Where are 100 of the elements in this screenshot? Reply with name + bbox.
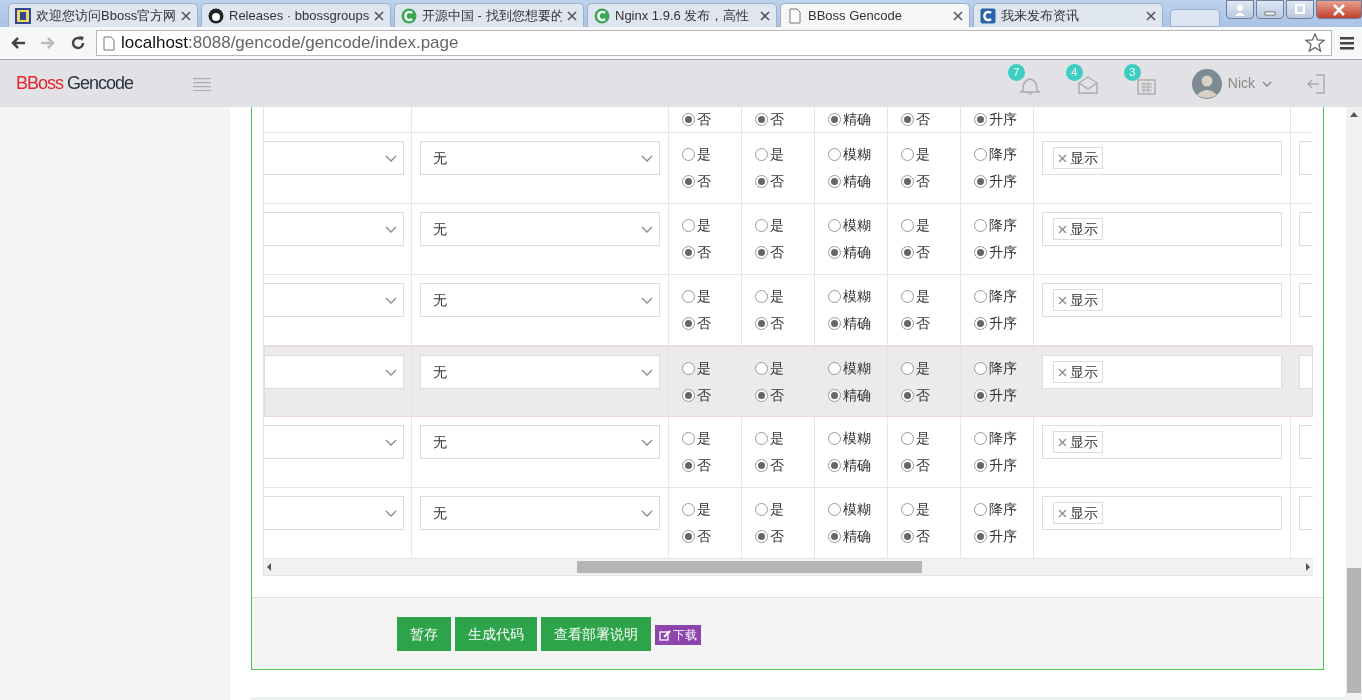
select-field[interactable]: 无 [420, 425, 660, 459]
radio-option[interactable]: 模糊 [828, 283, 887, 310]
radio-option[interactable]: 否 [682, 107, 741, 131]
scrollbar-thumb[interactable] [1347, 568, 1361, 693]
radio-option[interactable]: 降序 [974, 425, 1033, 452]
select-field[interactable] [264, 425, 404, 459]
app-logo[interactable]: BBoss Gencode [16, 70, 134, 97]
remove-icon[interactable] [1058, 508, 1067, 518]
browser-tab[interactable]: 我来发布资讯 [973, 3, 1163, 27]
tag-chip[interactable]: 显示 [1053, 431, 1103, 453]
radio-option[interactable]: 降序 [974, 141, 1033, 168]
tag-field[interactable]: 显示 [1042, 141, 1282, 175]
radio-option[interactable]: 否 [682, 310, 741, 337]
radio-option[interactable]: 模糊 [828, 496, 887, 523]
download-link[interactable]: 下载 [655, 625, 701, 645]
radio-option[interactable]: 升序 [974, 107, 1033, 131]
radio-option[interactable]: 否 [901, 310, 960, 337]
close-icon[interactable] [181, 10, 191, 21]
radio-option[interactable]: 精确 [828, 168, 887, 195]
radio-option[interactable]: 是 [755, 425, 814, 452]
select-field[interactable]: 无 [420, 283, 660, 317]
radio-option[interactable]: 升序 [974, 168, 1033, 195]
browser-tab[interactable]: 欢迎您访问Bboss官方网 [8, 3, 198, 27]
scrollbar-thumb[interactable] [577, 561, 922, 573]
radio-option[interactable]: 是 [682, 283, 741, 310]
radio-option[interactable]: 是 [901, 355, 960, 382]
minimize-button[interactable] [1256, 0, 1284, 19]
star-icon[interactable] [1305, 33, 1325, 53]
radio-option[interactable]: 精确 [828, 523, 887, 550]
radio-option[interactable]: 是 [901, 283, 960, 310]
radio-option[interactable]: 是 [755, 212, 814, 239]
tag-chip[interactable]: 显示 [1053, 289, 1103, 311]
radio-option[interactable]: 否 [755, 382, 814, 409]
radio-option[interactable]: 升序 [974, 382, 1033, 409]
remove-icon[interactable] [1058, 437, 1067, 447]
radio-option[interactable]: 否 [901, 239, 960, 266]
radio-option[interactable]: 是 [901, 496, 960, 523]
close-icon[interactable] [953, 10, 963, 21]
select-field[interactable]: 无 [420, 355, 660, 389]
radio-option[interactable]: 是 [755, 283, 814, 310]
radio-option[interactable]: 是 [901, 141, 960, 168]
tag-field[interactable]: 显示 [1042, 496, 1282, 530]
radio-option[interactable]: 否 [901, 168, 960, 195]
browser-tab[interactable]: Releases · bbossgroups [201, 3, 391, 27]
select-field[interactable]: 无 [420, 496, 660, 530]
tag-chip[interactable]: 显示 [1053, 361, 1103, 383]
radio-option[interactable]: 模糊 [828, 355, 887, 382]
remove-icon[interactable] [1058, 367, 1067, 377]
select-field[interactable]: 无 [420, 212, 660, 246]
chevron-down-icon[interactable] [1262, 80, 1272, 87]
radio-option[interactable]: 否 [682, 239, 741, 266]
radio-option[interactable]: 否 [755, 523, 814, 550]
radio-option[interactable]: 是 [682, 355, 741, 382]
tag-field[interactable]: 显示 [1042, 425, 1282, 459]
tag-field[interactable]: 显示 [1042, 283, 1282, 317]
avatar-icon[interactable] [1191, 68, 1222, 99]
tag-chip[interactable]: 显示 [1053, 147, 1103, 169]
close-button[interactable] [1316, 0, 1362, 19]
radio-option[interactable]: 否 [755, 239, 814, 266]
browser-tab[interactable]: 开源中国 - 找到您想要的 [394, 3, 584, 27]
remove-icon[interactable] [1058, 224, 1067, 234]
radio-option[interactable]: 模糊 [828, 212, 887, 239]
radio-option[interactable]: 模糊 [828, 425, 887, 452]
radio-option[interactable]: 精确 [828, 239, 887, 266]
radio-option[interactable]: 降序 [974, 496, 1033, 523]
select-field[interactable] [264, 283, 404, 317]
radio-option[interactable]: 是 [682, 141, 741, 168]
close-icon[interactable] [1146, 10, 1156, 21]
radio-option[interactable]: 是 [901, 212, 960, 239]
horizontal-scrollbar[interactable] [264, 559, 1313, 575]
radio-option[interactable]: 否 [901, 452, 960, 479]
radio-option[interactable]: 是 [755, 496, 814, 523]
radio-option[interactable]: 否 [901, 382, 960, 409]
radio-option[interactable]: 精确 [828, 310, 887, 337]
radio-option[interactable]: 升序 [974, 452, 1033, 479]
radio-option[interactable]: 否 [682, 523, 741, 550]
radio-option[interactable]: 降序 [974, 355, 1033, 382]
select-field[interactable]: 无 [420, 141, 660, 175]
remove-icon[interactable] [1058, 153, 1067, 163]
address-bar[interactable]: localhost:8088/gencode/gencode/index.page [96, 30, 1332, 56]
radio-option[interactable]: 否 [901, 523, 960, 550]
select-field[interactable] [264, 355, 404, 389]
restore-button[interactable] [1286, 0, 1314, 19]
radio-option[interactable]: 否 [755, 452, 814, 479]
scroll-right-icon[interactable] [1303, 562, 1313, 572]
radio-option[interactable]: 否 [682, 452, 741, 479]
radio-option[interactable]: 是 [755, 355, 814, 382]
restore-icon[interactable] [1293, 2, 1307, 17]
radio-option[interactable]: 是 [682, 212, 741, 239]
radio-option[interactable]: 降序 [974, 283, 1033, 310]
person-icon[interactable] [1233, 2, 1247, 17]
select-field[interactable] [264, 212, 404, 246]
close-icon[interactable] [374, 10, 384, 21]
tag-chip[interactable]: 显示 [1053, 218, 1103, 240]
radio-option[interactable]: 是 [682, 425, 741, 452]
radio-option[interactable]: 精确 [828, 107, 887, 131]
radio-option[interactable]: 精确 [828, 382, 887, 409]
tag-field[interactable]: 显示 [1042, 212, 1282, 246]
close-icon[interactable] [760, 10, 770, 21]
profile-button[interactable] [1226, 0, 1254, 19]
